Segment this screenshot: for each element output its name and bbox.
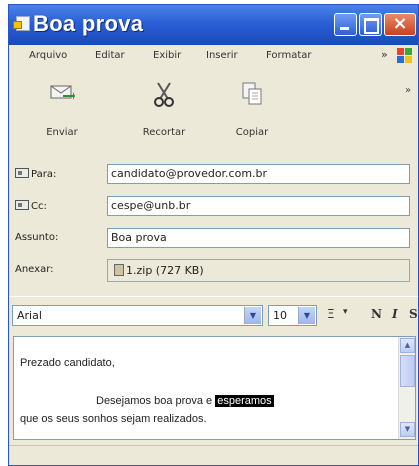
scroll-thumb[interactable] [400, 355, 415, 387]
send-icon [50, 85, 75, 100]
scissors-icon [154, 82, 174, 107]
send-label: Enviar [46, 127, 78, 138]
windows-logo-icon [397, 48, 413, 64]
message-icon [13, 16, 30, 31]
font-size-value: 10 [273, 309, 287, 322]
chevron-down-icon[interactable]: ▼ [298, 307, 315, 324]
chevron-down-icon[interactable]: ▼ [244, 307, 261, 324]
font-value: Arial [17, 309, 42, 322]
subject-field[interactable]: Boa prova [107, 228, 410, 248]
send-button[interactable]: Enviar [27, 73, 97, 143]
menu-editar[interactable]: Editar [95, 50, 125, 61]
message-header: Para: candidato@provedor.com.br Cc: cesp… [9, 156, 418, 296]
close-icon: × [392, 13, 408, 34]
selected-text: esperamos [215, 395, 274, 407]
window-title: Boa prova [33, 11, 144, 36]
menu-formatar[interactable]: Formatar [266, 50, 311, 61]
menu-inserir[interactable]: Inserir [206, 50, 238, 61]
body-line-2: Desejamos boa prova e esperamos [96, 395, 274, 407]
close-button[interactable]: × [384, 13, 416, 36]
maximize-button[interactable] [359, 13, 382, 36]
font-select[interactable]: Arial ▼ [12, 305, 263, 326]
address-book-icon [15, 168, 29, 178]
bold-icon[interactable]: N [371, 307, 382, 321]
toolbar: Enviar Recortar Copiar » [9, 67, 418, 156]
font-size-select[interactable]: 10 ▼ [268, 305, 317, 326]
copy-button[interactable]: Copiar [217, 73, 287, 143]
to-field[interactable]: candidato@provedor.com.br [107, 164, 410, 184]
underline-icon[interactable]: S [409, 307, 418, 321]
cut-label: Recortar [142, 127, 186, 138]
cc-label[interactable]: Cc: [15, 200, 47, 212]
attachment-field[interactable]: 1.zip (727 KB) [107, 259, 410, 282]
cc-field[interactable]: cespe@unb.br [107, 196, 410, 216]
attachment-name: 1.zip (727 KB) [126, 264, 204, 277]
menu-overflow-chevron-icon[interactable]: » [381, 48, 388, 61]
copy-icon [242, 82, 262, 105]
italic-icon[interactable]: I [392, 307, 398, 321]
menu-exibir[interactable]: Exibir [153, 50, 181, 61]
to-label[interactable]: Para: [15, 168, 56, 180]
menu-bar: Arquivo Editar Exibir Inserir Formatar » [9, 45, 418, 67]
vertical-scrollbar[interactable]: ▲ ▼ [398, 337, 415, 439]
menu-arquivo[interactable]: Arquivo [29, 50, 67, 61]
copy-label: Copiar [235, 127, 269, 138]
email-compose-window: Boa prova × Arquivo Editar Exibir Inseri… [8, 4, 419, 466]
cut-button[interactable]: Recortar [129, 73, 199, 143]
toolbar-overflow-chevron-icon[interactable]: » [405, 85, 411, 96]
scroll-down-icon[interactable]: ▼ [400, 422, 415, 437]
attach-label: Anexar: [15, 264, 54, 275]
message-body[interactable]: Prezado candidato, Desejamos boa prova e… [13, 336, 416, 440]
body-greeting: Prezado candidato, [20, 357, 115, 369]
minimize-button[interactable] [334, 13, 357, 36]
style-dropdown-icon[interactable]: ▾ [343, 307, 348, 317]
title-bar[interactable]: Boa prova × [9, 5, 418, 45]
style-tags-icon[interactable]: Ξ [327, 307, 335, 321]
zip-file-icon [114, 264, 124, 276]
address-book-icon [15, 200, 29, 210]
formatting-bar: Arial ▼ 10 ▼ Ξ ▾ N I S [9, 296, 418, 334]
subject-label: Assunto: [15, 232, 59, 243]
status-bar [9, 445, 418, 465]
scroll-up-icon[interactable]: ▲ [400, 338, 415, 353]
body-line-3: que os seus sonhos sejam realizados. [20, 413, 207, 425]
